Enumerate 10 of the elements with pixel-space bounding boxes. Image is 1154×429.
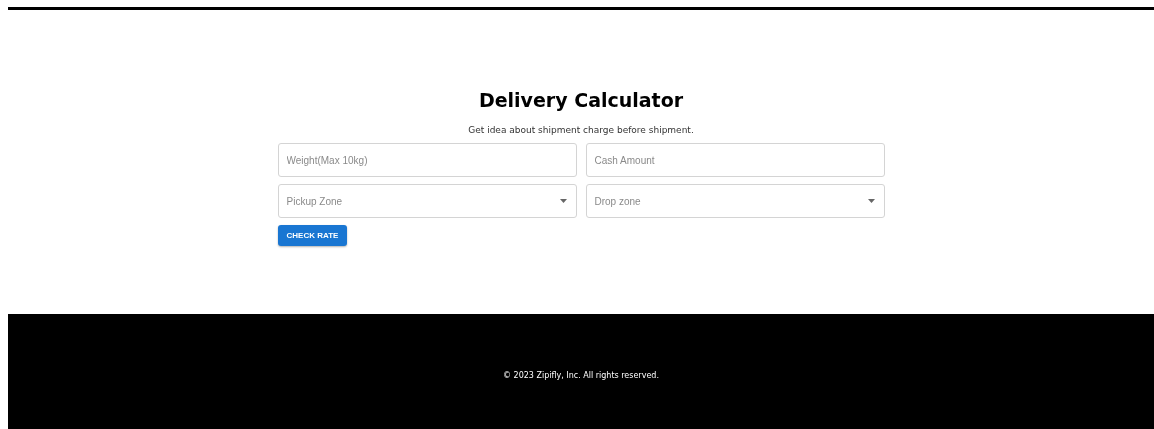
input-field[interactable]: Cash Amount bbox=[585, 143, 885, 177]
caret-icon bbox=[867, 199, 875, 203]
page-title: Delivery Calculator bbox=[478, 89, 684, 111]
copyright-text: © 2023 Zipifly, Inc. All rights reserved. bbox=[503, 371, 659, 380]
select-field[interactable]: Pickup Zone bbox=[277, 184, 577, 218]
select-field[interactable]: Drop zone bbox=[585, 184, 885, 218]
caret-icon bbox=[559, 199, 567, 203]
input-field[interactable]: Weight(Max 10kg) bbox=[277, 143, 577, 177]
subtitle: Get idea about shipment charge before shipment. bbox=[468, 124, 694, 136]
check-rate-button[interactable]: CHECK RATE bbox=[277, 225, 348, 246]
